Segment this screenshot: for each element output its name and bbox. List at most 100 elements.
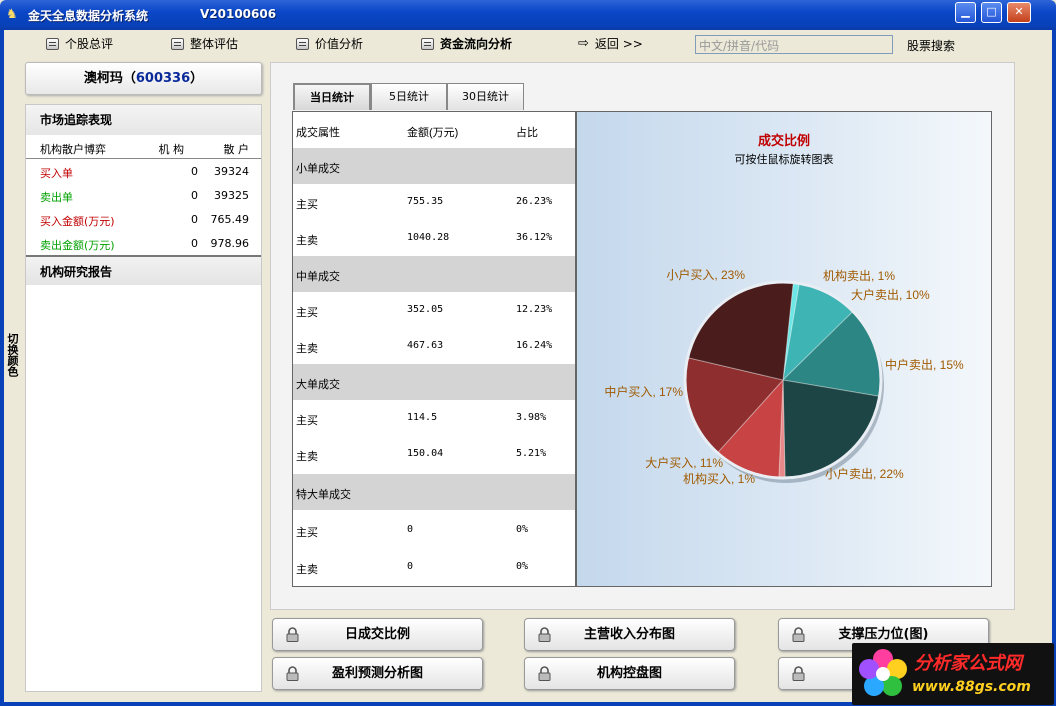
back-arrow-icon: ⇨	[578, 36, 589, 51]
watermark-line2: www.88gs.com	[912, 679, 1031, 695]
table-row: 主买 0 0%	[293, 512, 575, 548]
pie-slice-label: 大户买入, 11%	[645, 455, 723, 470]
toolbar-item-label: 返回 >>	[594, 37, 643, 51]
pie-slice-label: 小户卖出, 22%	[825, 466, 904, 481]
market-row-inst: 0	[191, 237, 198, 250]
cell-type: 主卖	[296, 563, 318, 576]
toolbar-item-label: 整体评估	[190, 37, 239, 51]
table-row: 主卖 467.63 16.24%	[293, 328, 575, 364]
search-input[interactable]: 中文/拼音/代码	[695, 35, 893, 54]
table-row: 主买 114.5 3.98%	[293, 400, 575, 436]
button-label: 支撑压力位(图)	[838, 627, 929, 642]
app-logo-icon: ♞	[6, 7, 18, 22]
cell-type: 主买	[296, 414, 318, 427]
maximize-button[interactable]: □	[981, 2, 1002, 23]
profit-forecast-button[interactable]: 盈利预测分析图	[272, 657, 483, 690]
document-icon	[171, 38, 184, 50]
cell-amount: 1040.28	[407, 232, 450, 243]
title-bar: ♞ 金天全息数据分析系统 V20100606 ▁ □ ✕	[0, 0, 1056, 30]
toolbar-item-fund-flow[interactable]: 资金流向分析	[421, 34, 512, 54]
lock-icon	[538, 627, 551, 642]
cell-amount: 755.35	[407, 196, 444, 207]
market-title: 市场追踪表现	[26, 105, 261, 135]
stock-code: 600336	[135, 71, 191, 86]
section-name: 大单成交	[296, 378, 340, 391]
pie-slice-label: 机构买入, 1%	[683, 471, 755, 486]
tab-today[interactable]: 当日统计	[293, 83, 371, 110]
table-header: 成交属性	[296, 126, 340, 139]
table-header: 占比	[516, 127, 538, 139]
market-row-inst: 0	[191, 213, 198, 226]
cell-type: 主买	[296, 306, 318, 319]
table-row: 主买 352.05 12.23%	[293, 292, 575, 328]
pie-chart[interactable]: 机构卖出, 1% 大户卖出, 10% 中户卖出, 15% 小户卖出, 22% 机构买入,…	[577, 112, 991, 586]
table-section-row: 特大单成交	[293, 474, 575, 510]
table-header: 金额(万元)	[407, 127, 459, 139]
cell-ratio: 12.23%	[516, 304, 553, 315]
cell-type: 主卖	[296, 342, 318, 355]
checked-document-icon	[421, 38, 434, 50]
market-row-retail: 39324	[214, 165, 249, 178]
tab-5day[interactable]: 5日统计	[371, 83, 447, 110]
market-header: 机 构	[158, 143, 185, 156]
market-row-inst: 0	[191, 189, 198, 202]
pie-slice-label: 中户卖出, 15%	[885, 357, 964, 372]
lock-icon	[286, 627, 299, 642]
stock-name-box: 澳柯玛（600336）	[25, 62, 262, 95]
button-label: 日成交比例	[344, 627, 410, 642]
cell-amount: 352.05	[407, 304, 444, 315]
toolbar-item-label: 资金流向分析	[440, 37, 513, 51]
button-label: 主营收入分布图	[583, 627, 675, 642]
table-section-row: 大单成交	[293, 364, 575, 400]
table-row: 主买 755.35 26.23%	[293, 184, 575, 220]
lock-icon	[792, 666, 805, 681]
report-title[interactable]: 机构研究报告	[26, 255, 261, 285]
market-row-inst: 0	[191, 165, 198, 178]
window-version: V20100606	[200, 7, 277, 21]
cell-amount: 114.5	[407, 412, 438, 423]
pie-slice[interactable]	[782, 379, 881, 479]
cell-type: 主买	[296, 198, 318, 211]
toolbar-item-back[interactable]: ⇨ 返回 >>	[578, 34, 643, 54]
search-label[interactable]: 股票搜索	[907, 37, 955, 54]
watermark-line1: 分析家公式网	[914, 653, 1022, 674]
cell-amount: 0	[407, 524, 414, 535]
flower-logo-icon	[859, 649, 907, 696]
institution-control-button[interactable]: 机构控盘图	[524, 657, 735, 690]
cell-ratio: 16.24%	[516, 340, 553, 351]
revenue-distribution-button[interactable]: 主营收入分布图	[524, 618, 735, 651]
market-row: 卖出金额(万元) 0 978.96	[26, 231, 261, 255]
toolbar-item-overall-eval[interactable]: 整体评估	[171, 34, 238, 54]
market-row-retail: 39325	[214, 189, 249, 202]
toolbar-item-stock-review[interactable]: 个股总评	[46, 34, 113, 54]
market-row-retail: 978.96	[210, 237, 250, 250]
tab-30day[interactable]: 30日统计	[447, 83, 524, 110]
market-row: 卖出单 0 39325	[26, 183, 261, 207]
cell-ratio: 0%	[516, 561, 529, 572]
daily-ratio-button[interactable]: 日成交比例	[272, 618, 483, 651]
pie-slice-label: 大户卖出, 10%	[851, 287, 930, 302]
market-header-row: 机构散户博弈 机 构 散 户	[26, 135, 261, 159]
lock-icon	[538, 666, 551, 681]
lock-icon	[286, 666, 299, 681]
cell-ratio: 26.23%	[516, 196, 553, 207]
toolbar-item-value-analysis[interactable]: 价值分析	[296, 34, 363, 54]
close-button[interactable]: ✕	[1007, 2, 1031, 23]
section-name: 中单成交	[296, 270, 340, 283]
cell-type: 主卖	[296, 450, 318, 463]
cell-ratio: 0%	[516, 524, 529, 535]
pie-chart-area[interactable]: 成交比例 可按住鼠标旋转图表 机构卖出, 1% 大户卖出, 10% 中户卖出, 15…	[576, 111, 992, 587]
pie-slice-label: 小户买入, 23%	[666, 267, 745, 282]
toolbar-item-label: 个股总评	[65, 37, 114, 51]
button-label: 机构控盘图	[596, 666, 662, 681]
pie-slice-label: 机构卖出, 1%	[823, 268, 895, 283]
market-row-label: 卖出金额(万元)	[40, 239, 115, 252]
market-header: 散 户	[223, 143, 250, 156]
minimize-button[interactable]: ▁	[955, 2, 976, 23]
window-title: 金天全息数据分析系统	[28, 9, 149, 23]
document-icon	[296, 38, 309, 50]
table-section-row: 小单成交	[293, 148, 575, 184]
color-switch-strip[interactable]: 切换颜色	[4, 58, 22, 694]
watermark: 分析家公式网 www.88gs.com	[852, 643, 1054, 705]
section-name: 小单成交	[296, 162, 340, 175]
